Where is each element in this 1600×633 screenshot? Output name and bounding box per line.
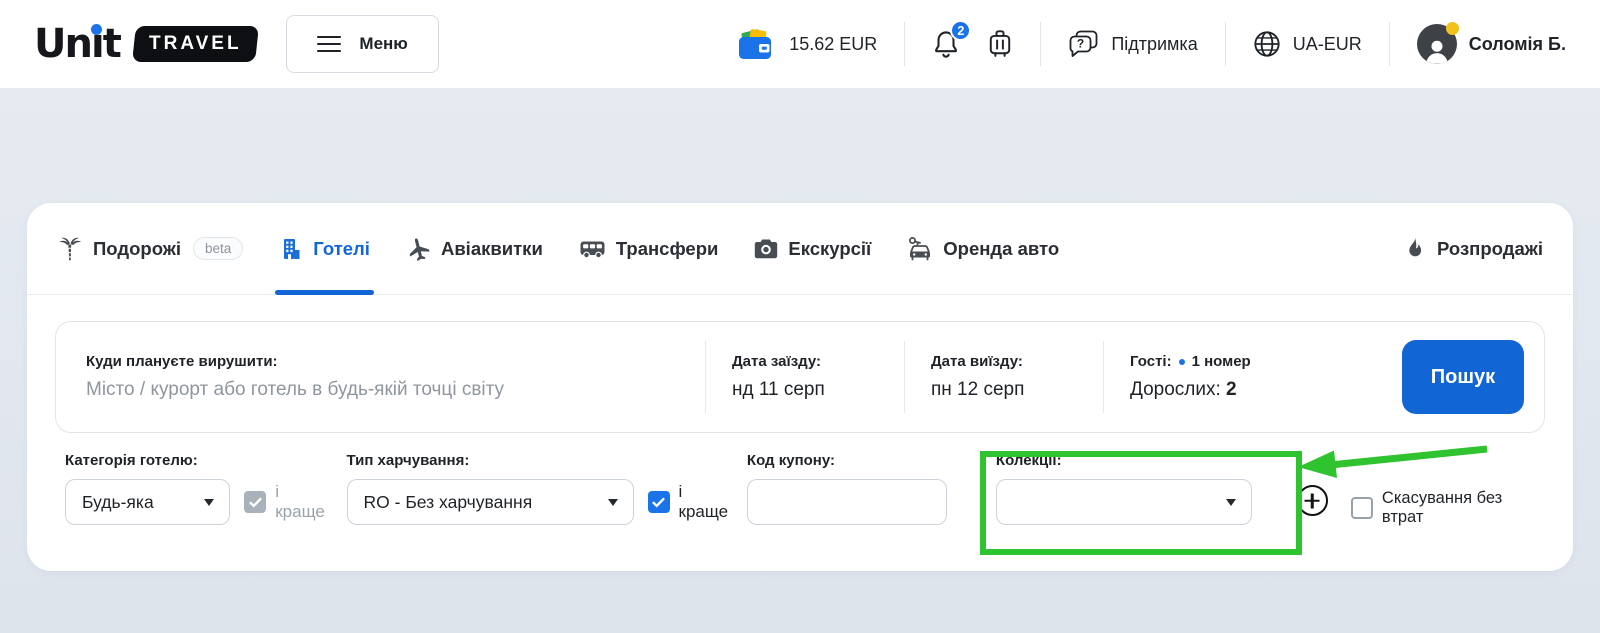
adults-value: 2 bbox=[1226, 379, 1237, 400]
header-divider bbox=[904, 22, 905, 66]
menu-label: Меню bbox=[359, 34, 407, 54]
meal-and-better-checkbox[interactable]: і краще bbox=[648, 482, 735, 522]
coupon-input[interactable] bbox=[747, 479, 947, 525]
product-tabs: Подорожі beta Готелі Авіаквитки bbox=[27, 203, 1573, 295]
guests-field[interactable]: Гості: 1 номер Дорослих: 2 bbox=[1104, 353, 1390, 401]
checkbox-unchecked-icon bbox=[1351, 497, 1373, 519]
meal-type-value: RO - Без харчування bbox=[364, 492, 533, 513]
guest-count-dot bbox=[1179, 359, 1185, 365]
brand-logo[interactable]: Unit TRAVEL bbox=[34, 24, 256, 64]
coupon-group: Код купону: bbox=[747, 452, 947, 525]
hotel-search-bar: Куди плануєте вирушити: Дата заїзду: нд … bbox=[55, 321, 1545, 433]
caret-down-icon bbox=[1226, 499, 1236, 506]
tab-label: Трансфери bbox=[616, 238, 719, 260]
tab-label: Авіаквитки bbox=[441, 238, 543, 260]
checkin-field[interactable]: Дата заїзду: нд 11 серп bbox=[706, 353, 904, 401]
meal-type-select[interactable]: RO - Без харчування bbox=[347, 479, 634, 525]
category-and-better-checkbox[interactable]: і краще bbox=[244, 482, 331, 522]
checkbox-checked-icon bbox=[648, 491, 670, 513]
checkin-label: Дата заїзду: bbox=[732, 353, 904, 370]
tab-label: Екскурсії bbox=[788, 238, 871, 260]
support-chat-icon: ? bbox=[1068, 30, 1099, 59]
filters-row: Категорія готелю: Будь-яка і краще Тип х… bbox=[27, 452, 1573, 527]
tab-transfers[interactable]: Трансфери bbox=[579, 203, 719, 294]
wallet-balance: 15.62 EUR bbox=[789, 34, 877, 55]
locale-currency-button[interactable]: UA-EUR bbox=[1253, 30, 1362, 58]
meal-type-label: Тип харчування: bbox=[347, 452, 735, 469]
locale-label: UA-EUR bbox=[1293, 34, 1362, 55]
collections-label: Колекції: bbox=[996, 452, 1252, 469]
tab-label: Готелі bbox=[313, 238, 370, 260]
and-better-label: і краще bbox=[679, 482, 735, 522]
guests-rooms-value: 1 номер bbox=[1192, 353, 1251, 370]
tab-car-rental[interactable]: Оренда авто bbox=[907, 203, 1059, 294]
tab-flights[interactable]: Авіаквитки bbox=[406, 203, 543, 294]
wallet-icon bbox=[737, 28, 777, 61]
free-cancellation-label: Скасування без втрат bbox=[1382, 489, 1545, 527]
checkbox-checked-disabled-icon bbox=[244, 491, 266, 513]
destination-field[interactable]: Куди плануєте вирушити: bbox=[56, 353, 705, 401]
brand-dot-icon bbox=[91, 24, 102, 35]
free-cancellation-checkbox[interactable]: Скасування без втрат bbox=[1351, 489, 1545, 527]
hotel-building-icon bbox=[279, 237, 303, 261]
add-filter-button[interactable] bbox=[1297, 485, 1328, 516]
collections-select[interactable] bbox=[996, 479, 1252, 525]
hotel-category-value: Будь-яка bbox=[82, 492, 154, 513]
checkout-field[interactable]: Дата виїзду: пн 12 серп bbox=[905, 353, 1103, 401]
car-rental-icon bbox=[907, 236, 933, 262]
user-status-dot bbox=[1446, 22, 1459, 35]
beta-badge: beta bbox=[193, 237, 243, 260]
hamburger-icon bbox=[317, 31, 341, 57]
adults-label: Дорослих: bbox=[1130, 379, 1221, 400]
header-divider bbox=[1040, 22, 1041, 66]
tab-label: Подорожі bbox=[93, 238, 181, 260]
tab-label: Оренда авто bbox=[943, 238, 1059, 260]
header-divider bbox=[1389, 22, 1390, 66]
user-name: Соломія Б. bbox=[1469, 34, 1566, 55]
tab-hotels[interactable]: Готелі bbox=[279, 203, 370, 294]
tab-label: Розпродажі bbox=[1437, 238, 1543, 260]
user-account-button[interactable]: Соломія Б. bbox=[1417, 24, 1566, 64]
header-divider bbox=[1225, 22, 1226, 66]
flame-icon bbox=[1403, 236, 1427, 262]
tab-excursions[interactable]: Екскурсії bbox=[754, 203, 871, 294]
brand-travel-badge: TRAVEL bbox=[132, 26, 258, 62]
search-button[interactable]: Пошук bbox=[1402, 340, 1524, 414]
bus-icon bbox=[579, 237, 606, 261]
palm-tree-icon bbox=[57, 236, 83, 262]
guests-label: Гості: bbox=[1130, 353, 1172, 370]
luggage-icon bbox=[987, 29, 1013, 59]
camera-icon bbox=[754, 237, 778, 261]
coupon-label: Код купону: bbox=[747, 452, 947, 469]
tab-travels[interactable]: Подорожі beta bbox=[57, 203, 243, 294]
collections-group: Колекції: bbox=[996, 452, 1252, 525]
search-card: Подорожі beta Готелі Авіаквитки bbox=[27, 203, 1573, 571]
notification-count-badge: 2 bbox=[950, 20, 971, 41]
and-better-label: і краще bbox=[275, 482, 331, 522]
menu-button[interactable]: Меню bbox=[286, 15, 438, 73]
checkout-value: пн 12 серп bbox=[931, 379, 1103, 401]
meal-type-group: Тип харчування: RO - Без харчування і кр… bbox=[347, 452, 735, 525]
support-button[interactable]: ? Підтримка bbox=[1068, 30, 1197, 59]
checkin-value: нд 11 серп bbox=[732, 379, 904, 401]
hotel-category-label: Категорія готелю: bbox=[65, 452, 332, 469]
caret-down-icon bbox=[608, 499, 618, 506]
tab-sales[interactable]: Розпродажі bbox=[1403, 203, 1543, 294]
destination-label: Куди плануєте вирушити: bbox=[86, 353, 705, 370]
globe-icon bbox=[1253, 30, 1281, 58]
notifications-button[interactable]: 2 bbox=[932, 29, 960, 59]
hotel-category-select[interactable]: Будь-яка bbox=[65, 479, 230, 525]
trips-button[interactable] bbox=[987, 29, 1013, 59]
brand-wordmark: Unit bbox=[34, 24, 120, 64]
support-label: Підтримка bbox=[1111, 34, 1197, 55]
hotel-category-group: Категорія готелю: Будь-яка і краще bbox=[65, 452, 332, 525]
caret-down-icon bbox=[204, 499, 214, 506]
plane-icon bbox=[406, 236, 431, 261]
destination-input[interactable] bbox=[86, 379, 680, 401]
top-header: Unit TRAVEL Меню 15.62 EUR 2 bbox=[0, 0, 1600, 88]
svg-text:?: ? bbox=[1077, 36, 1084, 50]
wallet-balance-button[interactable]: 15.62 EUR bbox=[737, 28, 877, 61]
checkout-label: Дата виїзду: bbox=[931, 353, 1103, 370]
